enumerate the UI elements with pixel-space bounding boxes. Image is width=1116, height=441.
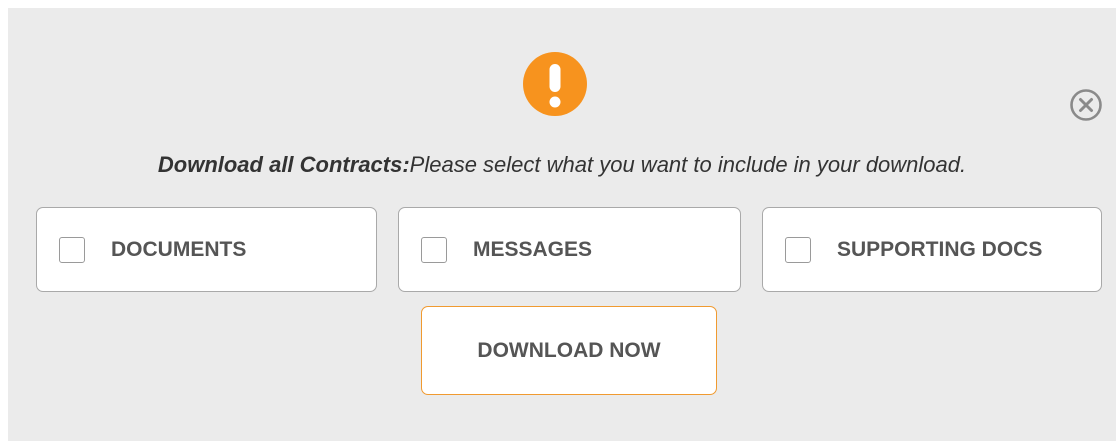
option-supporting-docs[interactable]: SUPPORTING DOCS [762, 207, 1102, 292]
documents-checkbox[interactable] [59, 237, 85, 263]
option-messages[interactable]: MESSAGES [398, 207, 741, 292]
prompt-text: Please select what you want to include i… [409, 152, 967, 177]
exclamation-circle-icon [523, 52, 587, 116]
supporting-docs-label: SUPPORTING DOCS [837, 238, 1043, 261]
documents-label: DOCUMENTS [111, 238, 247, 261]
download-now-button[interactable]: DOWNLOAD NOW [421, 306, 717, 395]
prompt-lead: Download all Contracts: [157, 152, 410, 177]
download-prompt: Download all Contracts:Please select wha… [8, 152, 1116, 178]
option-documents[interactable]: DOCUMENTS [36, 207, 377, 292]
download-dialog: Download all Contracts:Please select wha… [8, 8, 1116, 441]
messages-label: MESSAGES [473, 238, 593, 261]
close-circle-icon[interactable] [1069, 88, 1103, 122]
supporting-docs-checkbox[interactable] [785, 237, 811, 263]
messages-checkbox[interactable] [421, 237, 447, 263]
